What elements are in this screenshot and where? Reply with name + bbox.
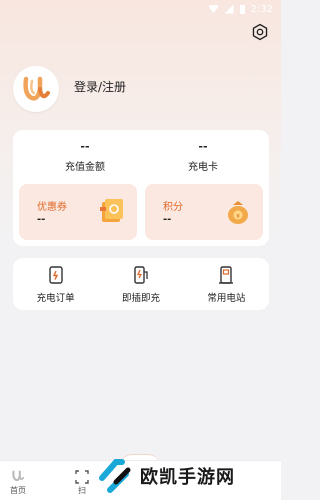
account-card: -- 充值金额 -- 充电卡 优惠券 -- 积分 -- ¥ [13, 130, 269, 246]
status-time: 2:32 [250, 3, 273, 15]
home-logo-icon [12, 470, 25, 482]
balance-stat[interactable]: -- 充值金额 [35, 140, 135, 173]
charging-orders-button[interactable]: 充电订单 [13, 258, 98, 310]
tab-scan[interactable]: 扫 [72, 470, 92, 496]
tab-home-label: 首页 [10, 486, 26, 495]
watermark-logo-icon [99, 459, 131, 493]
coupon-icon [100, 199, 123, 222]
avatar[interactable] [13, 66, 59, 112]
plug-and-charge-label: 即插即充 [121, 293, 160, 304]
login-register-link[interactable]: 登录/注册 [74, 78, 126, 95]
gear-icon [252, 23, 268, 41]
coupon-card[interactable]: 优惠券 -- [19, 184, 137, 240]
watermark: 欧凯手游网 [96, 456, 235, 496]
charging-card-stat[interactable]: -- 充电卡 [153, 140, 253, 173]
favorite-stations-label: 常用电站 [207, 293, 246, 304]
quick-actions: 充电订单 即插即充 常用电站 [13, 258, 269, 310]
balance-label: 充值金额 [65, 162, 105, 173]
settings-button[interactable] [250, 22, 270, 42]
money-bag-icon: ¥ [228, 201, 248, 224]
points-value: -- [163, 214, 172, 225]
coupon-label: 优惠券 [37, 202, 67, 213]
points-label: 积分 [163, 202, 183, 213]
status-bar: 2:32 [0, 0, 281, 18]
charging-orders-label: 充电订单 [36, 293, 75, 304]
order-icon [48, 266, 63, 284]
points-card[interactable]: 积分 -- ¥ [145, 184, 263, 240]
plug-and-charge-button[interactable]: 即插即充 [98, 258, 183, 310]
coupon-value: -- [37, 214, 46, 225]
signal-icon [224, 4, 234, 14]
watermark-text: 欧凯手游网 [140, 467, 235, 488]
charger-icon [134, 266, 148, 284]
charging-card-value: -- [198, 140, 208, 153]
charging-card-label: 充电卡 [188, 162, 218, 173]
battery-icon [239, 4, 245, 14]
tab-scan-label: 扫 [78, 486, 86, 495]
station-icon [219, 266, 234, 284]
balance-value: -- [80, 140, 90, 153]
wifi-icon [208, 5, 219, 13]
svg-text:¥: ¥ [236, 213, 240, 220]
tab-home[interactable]: 首页 [4, 468, 32, 496]
brand-logo-icon [23, 76, 50, 101]
scan-icon [75, 470, 89, 484]
favorite-stations-button[interactable]: 常用电站 [184, 258, 269, 310]
